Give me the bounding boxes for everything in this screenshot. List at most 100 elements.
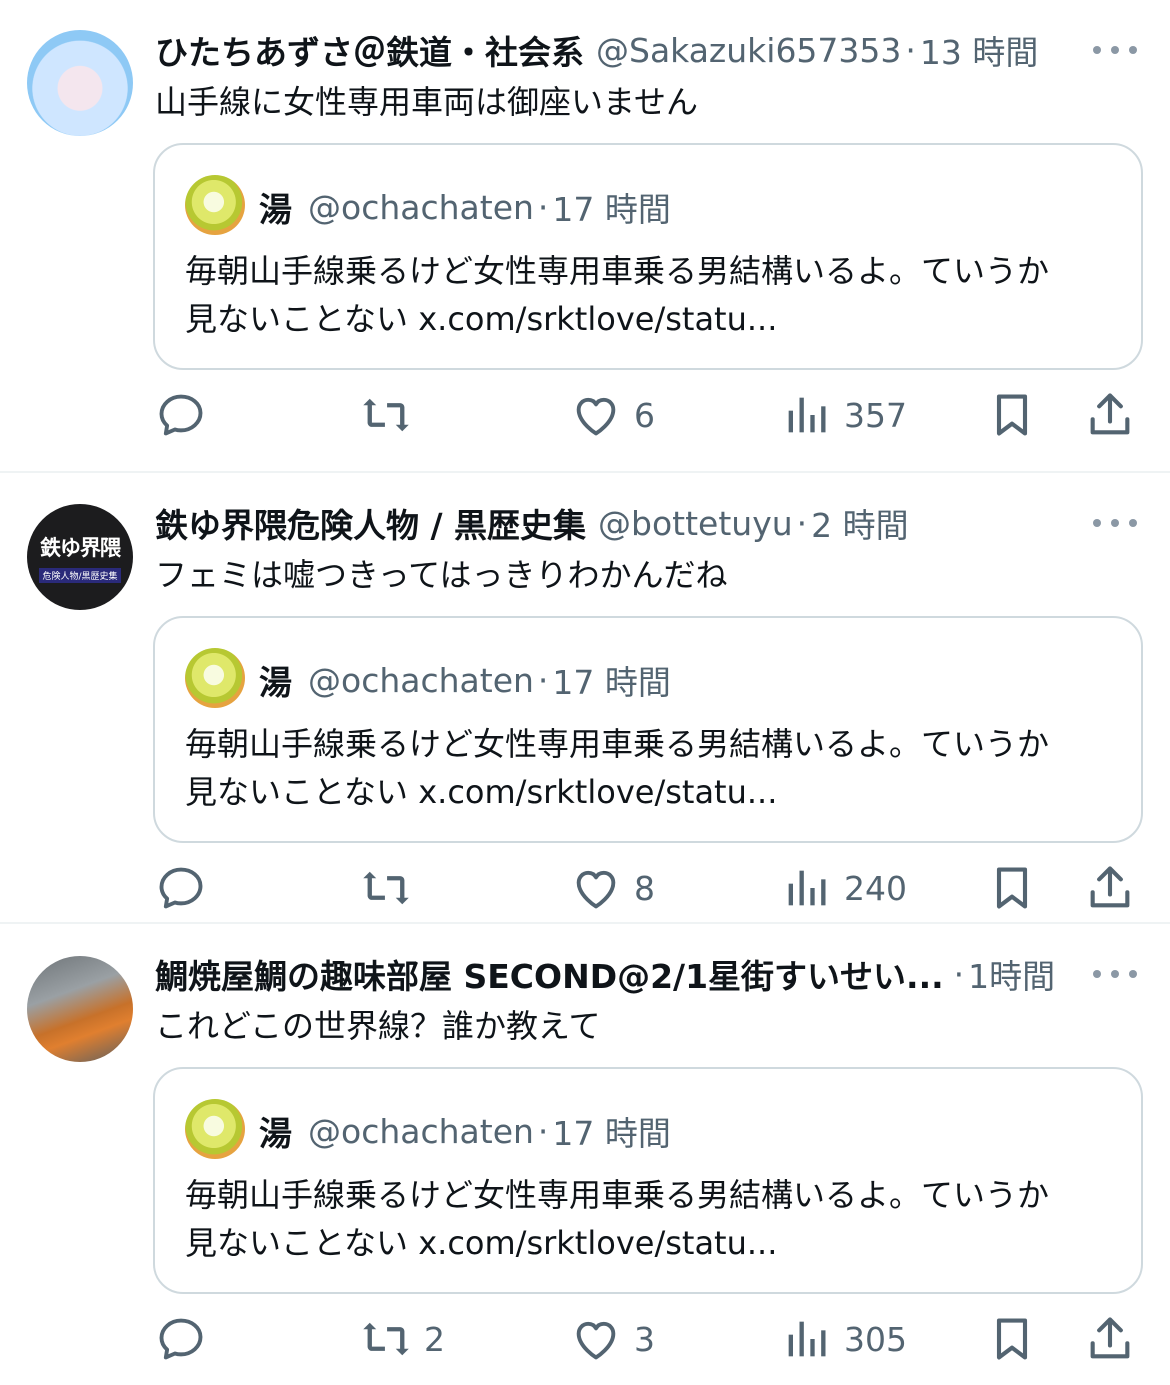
separator: ·	[537, 187, 549, 227]
like-count: 6	[634, 395, 655, 435]
like-button[interactable]: 8	[570, 858, 655, 918]
tweet-text: 山手線に女性専用車両は御座いません	[155, 83, 699, 121]
quoted-text: 毎朝山手線乗るけど女性専用車乗る男結構いるよ。ていうか 見ないことない x.co…	[185, 720, 1125, 816]
quoted-timestamp: 17 時間	[552, 1114, 671, 1153]
quoted-text: 毎朝山手線乗るけど女性専用車乗る男結構いるよ。ていうか 見ないことない x.co…	[185, 247, 1125, 343]
quoted-author-handle: @ochachaten	[308, 1111, 534, 1151]
tweet[interactable]: 鯛焼屋鯛の趣味部屋 SECOND@2/1星街すいせい... · 1時間 これどこ…	[0, 924, 1170, 1385]
reply-icon	[159, 394, 203, 436]
tweet[interactable]: 鉄ゆ界隈 危険人物/黒歴史集 鉄ゆ界隈危険人物 / 黒歴史集 @bottetuy…	[0, 473, 1170, 924]
action-bar: 6 357	[0, 385, 1170, 445]
avatar-text: 鉄ゆ界隈	[40, 535, 121, 560]
view-count: 357	[844, 395, 907, 435]
quoted-avatar	[185, 1099, 245, 1159]
quoted-author-handle: @ochachaten	[308, 187, 534, 227]
quoted-timestamp: 17 時間	[552, 663, 671, 702]
tweet-header: 鉄ゆ界隈危険人物 / 黒歴史集 @bottetuyu · 2 時間	[155, 499, 909, 547]
timestamp[interactable]: 2 時間	[811, 499, 909, 547]
avatar-subtext: 危険人物/黒歴史集	[39, 567, 121, 583]
view-count: 240	[844, 868, 907, 908]
quoted-header: 湯 @ochachaten · 17 時間	[259, 656, 671, 704]
quoted-text: 毎朝山手線乗るけど女性専用車乗る男結構いるよ。ていうか 見ないことない x.co…	[185, 1171, 1125, 1267]
retweet-icon	[363, 871, 409, 905]
bookmark-button[interactable]	[986, 1309, 1038, 1369]
share-button[interactable]	[1084, 385, 1136, 445]
action-bar: 8 240	[0, 858, 1170, 918]
share-icon	[1090, 866, 1130, 908]
tweet[interactable]: ひたちあずさ＠鉄道・社会系 @Sakazuki657353 · 13 時間 山手…	[0, 0, 1170, 473]
tweet-header: 鯛焼屋鯛の趣味部屋 SECOND@2/1星街すいせい... · 1時間	[155, 950, 1055, 998]
quoted-author-handle: @ochachaten	[308, 660, 534, 700]
like-count: 3	[634, 1319, 655, 1359]
quoted-header: 湯 @ochachaten · 17 時間	[259, 1107, 671, 1155]
retweet-button[interactable]: 2	[360, 1309, 445, 1369]
author-name[interactable]: 鉄ゆ界隈危険人物 / 黒歴史集	[155, 499, 586, 547]
bookmark-icon	[996, 867, 1028, 909]
separator: ·	[537, 1111, 549, 1151]
views-button[interactable]: 305	[780, 1309, 907, 1369]
quoted-text-line: 毎朝山手線乗るけど女性専用車乗る男結構いるよ。ていうか	[185, 725, 1050, 763]
bookmark-button[interactable]	[986, 858, 1038, 918]
quoted-tweet[interactable]: 湯 @ochachaten · 17 時間 毎朝山手線乗るけど女性専用車乗る男結…	[153, 616, 1143, 843]
retweet-count: 2	[424, 1319, 445, 1359]
views-icon	[788, 870, 826, 906]
more-icon[interactable]	[1090, 964, 1140, 984]
bookmark-icon	[996, 394, 1028, 436]
tweet-header: ひたちあずさ＠鉄道・社会系 @Sakazuki657353 · 13 時間	[155, 26, 1038, 74]
quoted-avatar	[185, 648, 245, 708]
quoted-text-line: 毎朝山手線乗るけど女性専用車乗る男結構いるよ。ていうか	[185, 1176, 1050, 1214]
quoted-tweet[interactable]: 湯 @ochachaten · 17 時間 毎朝山手線乗るけど女性専用車乗る男結…	[153, 1067, 1143, 1294]
quoted-text-line: 見ないことない x.com/srktlove/statu...	[185, 1224, 778, 1262]
quoted-avatar	[185, 175, 245, 235]
separator: ·	[905, 30, 916, 70]
quoted-text-line: 毎朝山手線乗るけど女性専用車乗る男結構いるよ。ていうか	[185, 252, 1050, 290]
separator: ·	[537, 660, 549, 700]
quoted-timestamp: 17 時間	[552, 190, 671, 229]
author-name[interactable]: ひたちあずさ＠鉄道・社会系	[155, 26, 584, 74]
action-bar: 2 3 305	[0, 1309, 1170, 1369]
tweet-text: これどこの世界線？誰か教えて	[155, 1007, 601, 1045]
avatar[interactable]	[27, 30, 133, 136]
timestamp[interactable]: 13 時間	[920, 26, 1038, 74]
reply-button[interactable]	[155, 1309, 219, 1369]
quoted-author-name: 湯	[259, 1114, 292, 1153]
quoted-tweet[interactable]: 湯 @ochachaten · 17 時間 毎朝山手線乗るけど女性専用車乗る男結…	[153, 143, 1143, 370]
avatar[interactable]: 鉄ゆ界隈 危険人物/黒歴史集	[27, 504, 133, 610]
retweet-icon	[363, 1322, 409, 1356]
views-button[interactable]: 240	[780, 858, 907, 918]
more-icon[interactable]	[1090, 513, 1140, 533]
like-count: 8	[634, 868, 655, 908]
share-icon	[1090, 393, 1130, 435]
quoted-author-name: 湯	[259, 190, 292, 229]
like-icon	[576, 397, 616, 436]
like-icon	[576, 870, 616, 909]
reply-icon	[159, 867, 203, 909]
retweet-button[interactable]	[360, 858, 424, 918]
quoted-text-line: 見ないことない x.com/srktlove/statu...	[185, 773, 778, 811]
author-name[interactable]: 鯛焼屋鯛の趣味部屋 SECOND@2/1星街すいせい...	[155, 950, 944, 998]
bookmark-button[interactable]	[986, 385, 1038, 445]
share-icon	[1090, 1317, 1130, 1359]
like-button[interactable]: 6	[570, 385, 655, 445]
more-icon[interactable]	[1090, 40, 1140, 60]
views-icon	[788, 397, 826, 433]
quoted-header: 湯 @ochachaten · 17 時間	[259, 183, 671, 231]
retweet-icon	[363, 398, 409, 432]
timestamp[interactable]: 1時間	[968, 950, 1055, 998]
share-button[interactable]	[1084, 858, 1136, 918]
quoted-text-line: 見ないことない x.com/srktlove/statu...	[185, 300, 778, 338]
share-button[interactable]	[1084, 1309, 1136, 1369]
reply-button[interactable]	[155, 858, 219, 918]
tweet-text: フェミは嘘つきってはっきりわかんだね	[155, 556, 728, 594]
separator: ·	[953, 954, 965, 994]
retweet-button[interactable]	[360, 385, 424, 445]
avatar[interactable]	[27, 956, 133, 1062]
views-button[interactable]: 357	[780, 385, 907, 445]
author-handle[interactable]: @Sakazuki657353	[596, 31, 901, 70]
reply-button[interactable]	[155, 385, 219, 445]
reply-icon	[159, 1318, 203, 1360]
author-handle[interactable]: @bottetuyu	[598, 504, 793, 543]
separator: ·	[796, 503, 808, 543]
like-button[interactable]: 3	[570, 1309, 655, 1369]
view-count: 305	[844, 1319, 907, 1359]
